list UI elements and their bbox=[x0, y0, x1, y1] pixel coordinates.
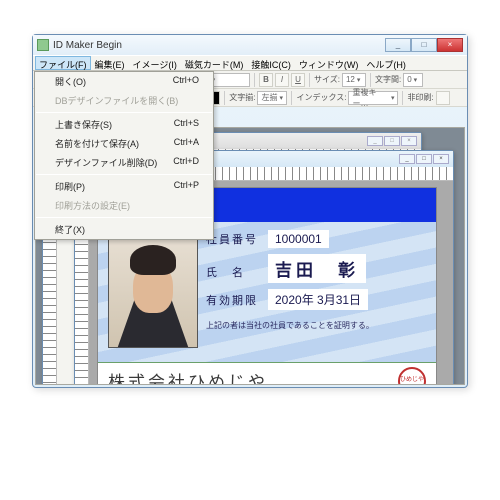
menu-save-as[interactable]: 名前を付けて保存(A) Ctrl+A bbox=[35, 134, 213, 153]
field-employee-number[interactable]: 社員番号 1000001 bbox=[206, 230, 426, 248]
card-fields: 社員番号 1000001 氏 名 吉田 彰 有効期限 2020年 3月31日 bbox=[188, 222, 436, 362]
card-body: 社員番号 1000001 氏 名 吉田 彰 有効期限 2020年 3月31日 bbox=[98, 222, 436, 362]
menu-window[interactable]: ウィンドウ(W) bbox=[295, 56, 363, 70]
size-label: サイズ: bbox=[314, 74, 340, 85]
hidden-checkbox[interactable] bbox=[436, 91, 450, 105]
hidden-label: 非印刷: bbox=[407, 92, 433, 103]
charspace-select[interactable]: 0 bbox=[403, 73, 423, 87]
textalign-label: 文字揃: bbox=[229, 92, 255, 103]
charspace-label: 文字間: bbox=[375, 74, 401, 85]
menu-save[interactable]: 上書き保存(S) Ctrl+S bbox=[35, 115, 213, 134]
menu-open[interactable]: 開く(O) Ctrl+O bbox=[35, 72, 213, 91]
menu-exit[interactable]: 終了(X) bbox=[35, 220, 213, 239]
minimize-button[interactable]: _ bbox=[385, 38, 411, 52]
expiry-label: 有効期限 bbox=[206, 292, 262, 308]
menu-magcard[interactable]: 磁気カード(M) bbox=[181, 56, 248, 70]
bold-button[interactable]: B bbox=[259, 73, 273, 87]
underline-button[interactable]: U bbox=[291, 73, 305, 87]
menu-print[interactable]: 印刷(P) Ctrl+P bbox=[35, 177, 213, 196]
menu-open-db: DBデザインファイルを開く(B) bbox=[35, 91, 213, 110]
menu-edit[interactable]: 編集(E) bbox=[91, 56, 129, 70]
doc-min-icon[interactable]: _ bbox=[367, 136, 383, 146]
menu-image[interactable]: イメージ(I) bbox=[129, 56, 181, 70]
cert-text[interactable]: 上記の者は当社の社員であることを証明する。 bbox=[206, 320, 426, 331]
name-label: 氏 名 bbox=[206, 264, 262, 280]
menu-help[interactable]: ヘルプ(H) bbox=[362, 56, 410, 70]
doc-max-icon[interactable]: □ bbox=[416, 154, 432, 164]
window-controls: _ □ × bbox=[385, 38, 463, 52]
menu-print-setup: 印刷方法の設定(E) bbox=[35, 196, 213, 215]
company-name[interactable]: 株式会社ひめじや bbox=[108, 368, 390, 385]
employee-photo[interactable] bbox=[108, 230, 198, 348]
doc-max-icon[interactable]: □ bbox=[384, 136, 400, 146]
menu-ic[interactable]: 接触IC(C) bbox=[247, 56, 295, 70]
index-select[interactable]: 重複キー… bbox=[348, 91, 398, 105]
close-button[interactable]: × bbox=[437, 38, 463, 52]
expiry-value[interactable]: 2020年 3月31日 bbox=[268, 289, 368, 310]
titlebar[interactable]: ID Maker Begin _ □ × bbox=[33, 35, 467, 55]
emp-no-label: 社員番号 bbox=[206, 231, 262, 247]
emp-no-value[interactable]: 1000001 bbox=[268, 230, 329, 248]
textalign-select[interactable]: 左揃 bbox=[257, 91, 287, 105]
menu-file[interactable]: ファイル(F) bbox=[35, 56, 91, 70]
field-expiry[interactable]: 有効期限 2020年 3月31日 bbox=[206, 289, 426, 310]
italic-button[interactable]: I bbox=[275, 73, 289, 87]
menu-delete-design[interactable]: デザインファイル削除(D) Ctrl+D bbox=[35, 153, 213, 172]
company-stamp-icon[interactable]: ひめじや bbox=[398, 367, 426, 386]
doc-min-icon[interactable]: _ bbox=[399, 154, 415, 164]
doc-close-icon[interactable]: × bbox=[401, 136, 417, 146]
index-label: インデックス: bbox=[296, 92, 346, 103]
doc-close-icon[interactable]: × bbox=[433, 154, 449, 164]
app-icon bbox=[37, 39, 49, 51]
menubar: ファイル(F) 編集(E) イメージ(I) 磁気カード(M) 接触IC(C) ウ… bbox=[33, 55, 467, 71]
name-value[interactable]: 吉田 彰 bbox=[268, 254, 366, 283]
maximize-button[interactable]: □ bbox=[411, 38, 437, 52]
size-select[interactable]: 12 bbox=[342, 73, 366, 87]
file-dropdown: 開く(O) Ctrl+O DBデザインファイルを開く(B) 上書き保存(S) C… bbox=[34, 71, 214, 240]
window-title: ID Maker Begin bbox=[53, 40, 122, 51]
field-name[interactable]: 氏 名 吉田 彰 bbox=[206, 254, 426, 283]
main-window: ID Maker Begin _ □ × ファイル(F) 編集(E) イメージ(… bbox=[32, 34, 468, 388]
card-footer: 株式会社ひめじや ひめじや bbox=[98, 362, 436, 385]
